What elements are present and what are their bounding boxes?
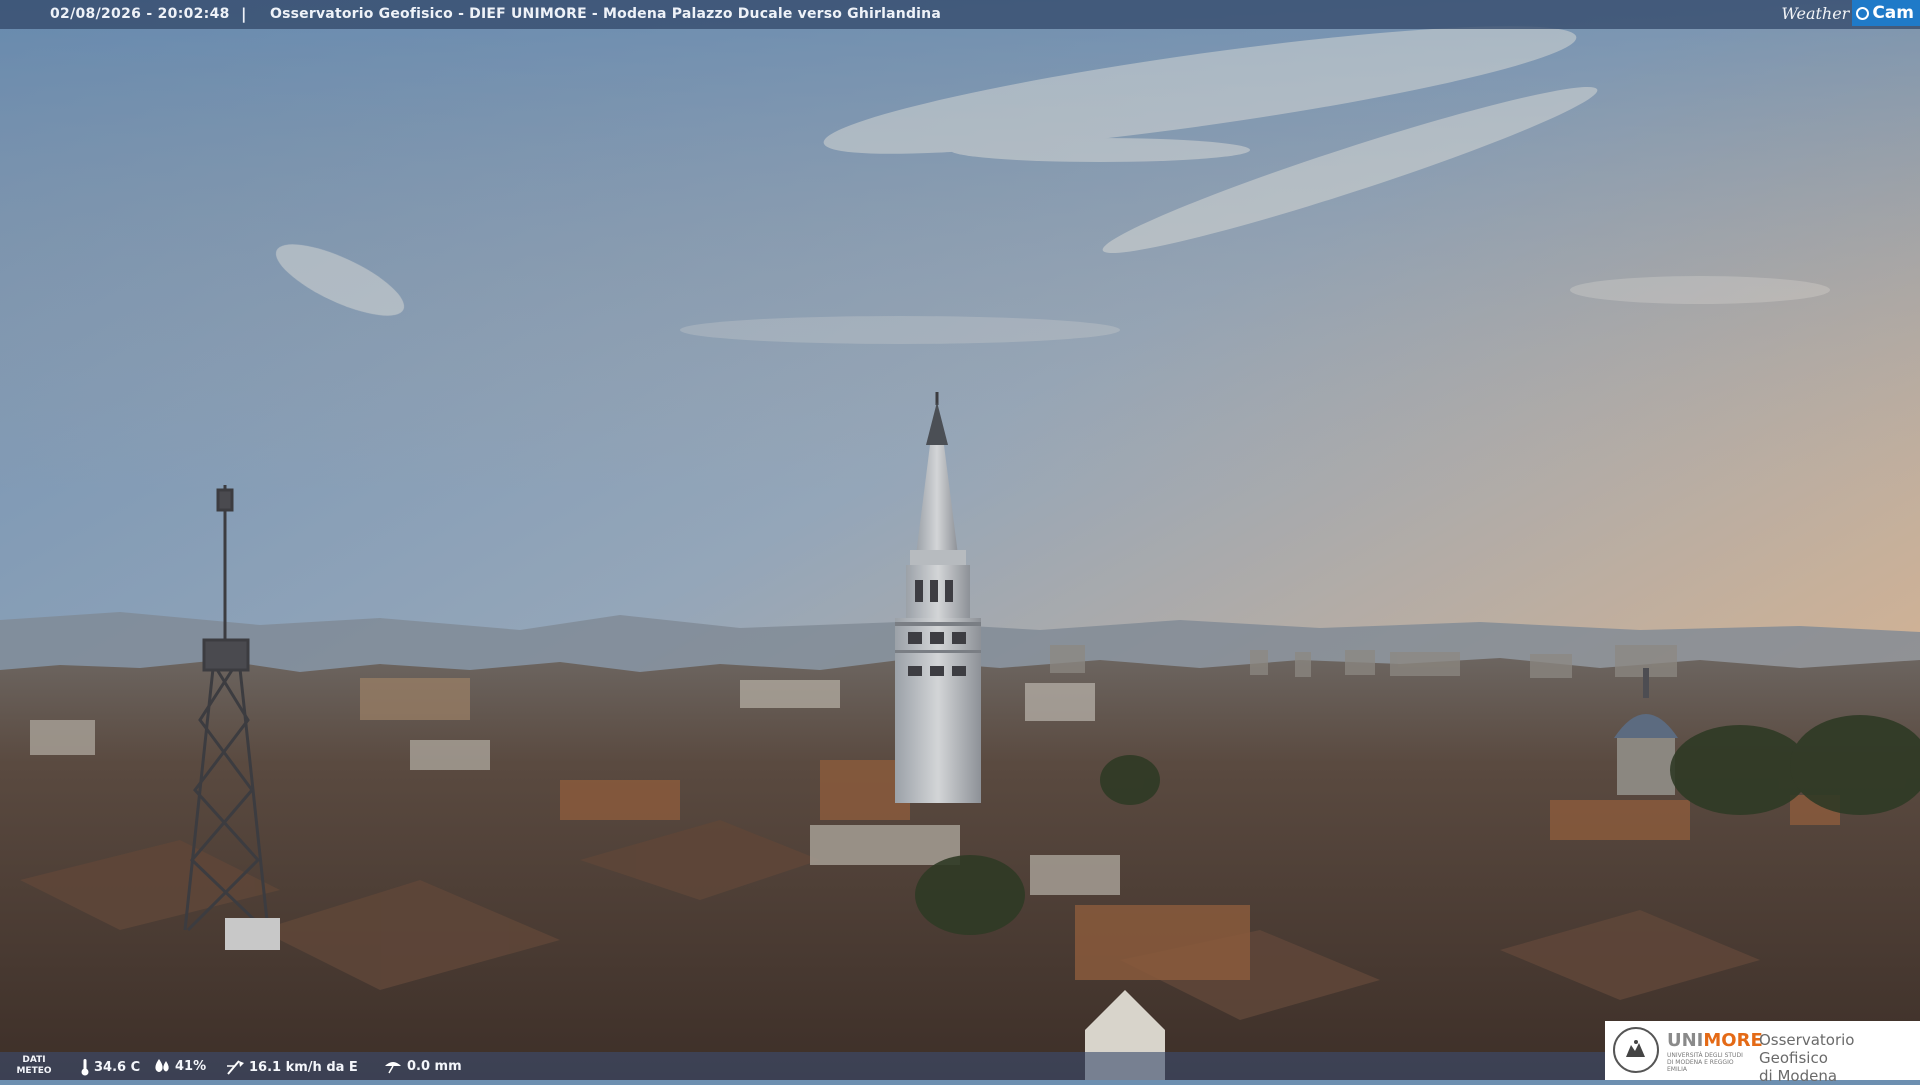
brand-cam-badge: Cam	[1852, 0, 1920, 26]
weather-data-label: DATI METEO	[14, 1055, 54, 1077]
observatory-line1: Osservatorio Geofisico	[1759, 1031, 1855, 1067]
thermometer-icon	[81, 1059, 89, 1076]
unimore-gray: UNI	[1667, 1030, 1704, 1051]
camera-lens-icon	[1856, 6, 1870, 20]
weather-label-line1: DATI	[22, 1055, 46, 1065]
separator: |	[241, 5, 247, 23]
wind-readout: 16.1 km/h da E	[225, 1058, 358, 1076]
humidity-readout: 41%	[153, 1058, 206, 1074]
top-overlay-bar: 02/08/2026 - 20:02:48 | Osservatorio Geo…	[0, 0, 1920, 29]
university-subtitle: UNIVERSITÀ DEGLI STUDI DI MODENA E REGGI…	[1667, 1052, 1743, 1073]
unimore-orange: MORE	[1703, 1030, 1763, 1051]
brand-cam-text: Cam	[1872, 3, 1914, 23]
camera-title: Osservatorio Geofisico - DIEF UNIMORE - …	[270, 6, 941, 22]
rain-readout: 0.0 mm	[383, 1058, 462, 1074]
weather-label-line2: METEO	[16, 1066, 52, 1076]
temperature-value: 34.6 C	[94, 1059, 141, 1075]
humidity-drop-icon	[155, 1059, 169, 1072]
rain-gauge-icon	[385, 1062, 401, 1074]
temperature-readout: 34.6 C	[80, 1058, 140, 1076]
webcam-scene	[0, 0, 1920, 1080]
rain-value: 0.0 mm	[407, 1058, 462, 1074]
observatory-line2: di Modena	[1759, 1067, 1838, 1085]
humidity-value: 41%	[175, 1058, 207, 1074]
university-seal-icon	[1613, 1027, 1659, 1073]
observatory-name: Osservatorio Geofisico di Modena	[1759, 1031, 1920, 1085]
weathercam-brand: Weather Cam	[1781, 0, 1920, 26]
wind-value: 16.1 km/h da E	[249, 1059, 358, 1075]
weather-data-bar: DATI METEO 34.6 C 41% 16.1 km/h da E 0.0…	[0, 1052, 1605, 1080]
unimore-observatory-logo: UNIMORE UNIVERSITÀ DEGLI STUDI DI MODENA…	[1605, 1021, 1920, 1085]
unimore-wordmark: UNIMORE	[1667, 1030, 1763, 1051]
timestamp: 02/08/2026 - 20:02:48	[50, 6, 230, 22]
brand-weather-text: Weather	[1781, 3, 1850, 23]
wind-icon	[227, 1060, 244, 1075]
